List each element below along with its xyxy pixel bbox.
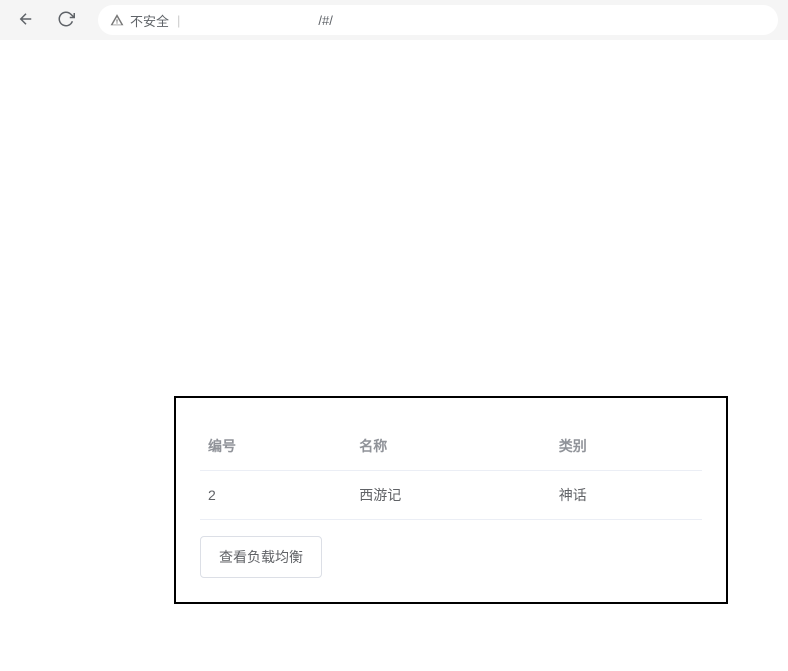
browser-toolbar: 不安全 | /#/ [0, 0, 788, 40]
url-path: /#/ [318, 13, 332, 28]
reload-button[interactable] [50, 4, 82, 36]
reload-icon [57, 10, 75, 31]
table-row: 2 西游记 神话 [200, 471, 702, 520]
arrow-left-icon [17, 10, 35, 31]
warning-icon [110, 13, 124, 27]
table-header-row: 编号 名称 类别 [200, 422, 702, 471]
header-category: 类别 [551, 422, 702, 471]
cell-category: 神话 [551, 471, 702, 520]
data-panel: 编号 名称 类别 2 西游记 神话 查看负载均衡 [174, 396, 728, 604]
cell-id: 2 [200, 471, 351, 520]
header-name: 名称 [351, 422, 550, 471]
address-bar[interactable]: 不安全 | /#/ [98, 5, 778, 35]
view-load-balance-button[interactable]: 查看负载均衡 [200, 536, 322, 578]
url-separator: | [177, 13, 180, 28]
data-table: 编号 名称 类别 2 西游记 神话 [200, 422, 702, 520]
page-content: 编号 名称 类别 2 西游记 神话 查看负载均衡 [0, 40, 788, 671]
back-button[interactable] [10, 4, 42, 36]
cell-name: 西游记 [351, 471, 550, 520]
security-label: 不安全 [130, 11, 169, 30]
header-id: 编号 [200, 422, 351, 471]
